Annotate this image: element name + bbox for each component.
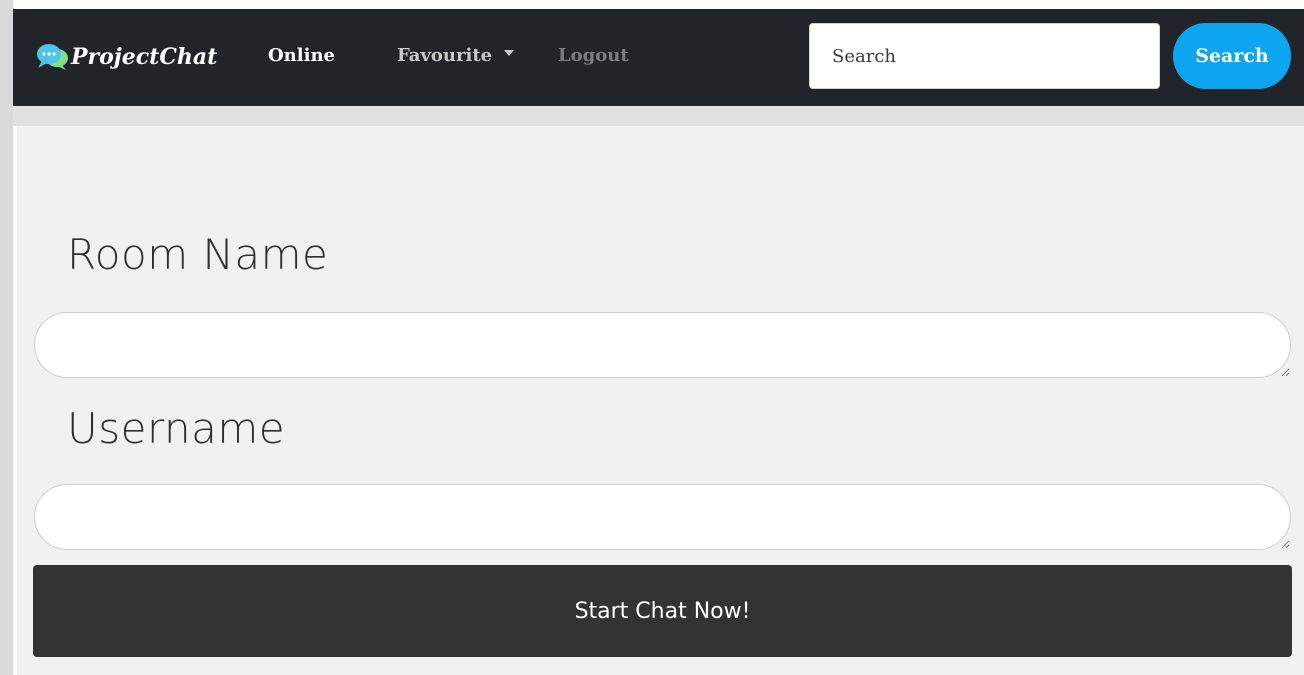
divider-strip [13,106,1304,126]
brand-link[interactable]: ProjectChat [35,37,217,77]
room-name-input[interactable] [34,312,1291,378]
nav-favourite-label: Favourite [397,45,493,66]
caret-down-icon [504,49,515,56]
search-input[interactable] [809,23,1160,89]
nav-logout-link[interactable]: Logout [558,45,629,66]
left-edge [0,0,13,675]
nav-online-link[interactable]: Online [268,45,335,66]
username-label: Username [67,404,286,453]
username-input[interactable] [34,484,1291,550]
chat-form-panel: Room Name Username Start Chat Now! [17,126,1304,675]
nav-favourite-dropdown[interactable]: Favourite [397,45,515,66]
brand-name: ProjectChat [71,44,218,70]
navbar: ProjectChat Online Favourite Logout Sear… [13,0,1304,106]
room-name-label: Room Name [67,230,329,279]
chat-bubbles-icon [35,42,69,72]
search-button[interactable]: Search [1173,23,1291,89]
app-frame: ProjectChat Online Favourite Logout Sear… [0,0,1304,675]
start-chat-button[interactable]: Start Chat Now! [33,565,1292,657]
